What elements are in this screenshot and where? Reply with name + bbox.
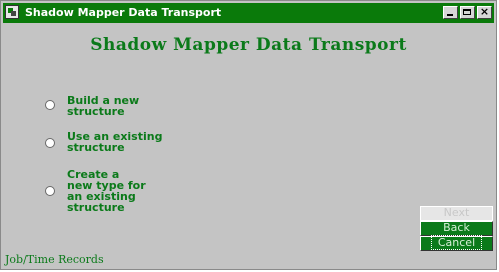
- maximize-icon: [463, 9, 471, 15]
- status-text: Job/Time Records: [5, 253, 104, 266]
- page-heading: Shadow Mapper Data Transport: [90, 35, 407, 55]
- dialog-window: Shadow Mapper Data Transport × Shadow Ma…: [0, 0, 497, 270]
- option-label: Build a new structure: [67, 94, 140, 118]
- back-button[interactable]: Back: [420, 221, 493, 236]
- close-button[interactable]: ×: [477, 5, 492, 19]
- back-button-label: Back: [443, 221, 470, 234]
- cancel-button[interactable]: Cancel: [420, 235, 493, 251]
- next-button-label: Next: [443, 206, 470, 219]
- next-button[interactable]: Next: [420, 206, 493, 221]
- app-icon[interactable]: [5, 5, 19, 19]
- close-icon: ×: [479, 5, 490, 18]
- title-bar[interactable]: Shadow Mapper Data Transport ×: [3, 3, 494, 23]
- cancel-button-label: Cancel: [430, 235, 483, 250]
- window-title: Shadow Mapper Data Transport: [25, 6, 222, 19]
- option-label: Use an existing structure: [67, 130, 163, 154]
- maximize-button[interactable]: [460, 6, 475, 19]
- minimize-button[interactable]: [443, 6, 458, 19]
- minimize-icon: [447, 14, 453, 16]
- radio-use-existing-structure[interactable]: [45, 138, 55, 148]
- radio-create-new-type[interactable]: [45, 186, 55, 196]
- window-controls: ×: [443, 5, 492, 19]
- radio-build-new-structure[interactable]: [45, 100, 55, 110]
- option-label: Create a new type for an existing struct…: [67, 168, 146, 214]
